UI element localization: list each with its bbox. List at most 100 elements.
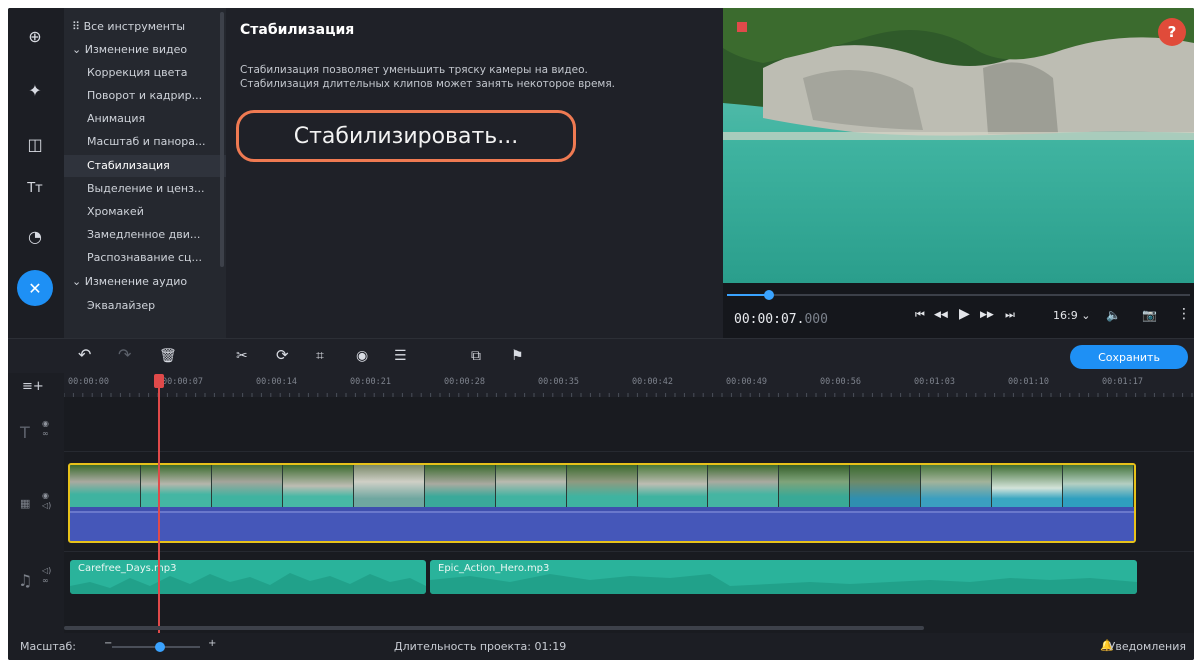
list-group-video[interactable]: ⌄ Изменение видео — [64, 39, 226, 61]
volume-line[interactable] — [70, 511, 1134, 541]
clip-properties-icon[interactable]: ☰ — [394, 348, 407, 364]
preview-player: ? 00:00:07.000 ⏮ ◀◀ ▶ ▶▶ ⏭ 16:9 ⌄ 🔈 📷 ⋮ — [723, 8, 1194, 338]
clip-thumbnails — [70, 465, 1134, 507]
list-item[interactable]: Хромакей — [64, 201, 226, 223]
list-item[interactable]: Распознавание сц... — [64, 247, 226, 269]
thumbnail — [992, 465, 1064, 507]
description-line: Стабилизация позволяет уменьшить тряску … — [240, 64, 588, 76]
thumbnail — [708, 465, 780, 507]
save-button[interactable]: Сохранить — [1070, 345, 1188, 369]
list-scrollbar[interactable] — [220, 12, 224, 267]
seek-bar[interactable] — [727, 290, 1190, 300]
list-group-audio[interactable]: ⌄ Изменение аудио — [64, 271, 226, 293]
play-icon[interactable]: ▶ — [959, 306, 970, 322]
more-icon[interactable]: ⋮ — [1177, 306, 1191, 322]
tick-label: 00:01:17 — [1102, 377, 1143, 387]
description-line: Стабилизация длительных клипов может зан… — [240, 78, 615, 90]
tools-list: ⠿ Все инструменты ⌄ Изменение видео Корр… — [64, 8, 226, 338]
tick-label: 00:00:35 — [538, 377, 579, 387]
zoom-label: Масштаб: — [20, 640, 76, 653]
list-item[interactable]: Масштаб и панора... — [64, 131, 226, 153]
magic-wand-icon[interactable]: ✦ — [17, 72, 53, 108]
thumbnail — [566, 465, 638, 507]
titles-icon[interactable]: Tт — [17, 170, 53, 206]
list-item[interactable]: Эквалайзер — [64, 295, 226, 317]
thumbnail — [637, 465, 709, 507]
thumbnail — [779, 465, 851, 507]
panel-title: Стабилизация — [240, 22, 355, 38]
list-item[interactable]: Замедленное дви... — [64, 224, 226, 246]
marker-icon[interactable]: ⚑ — [511, 348, 524, 364]
music-icon: ♫ — [18, 571, 33, 590]
list-item-selected[interactable]: Стабилизация — [64, 155, 226, 177]
video-preview: ? — [723, 8, 1194, 283]
seek-handle[interactable] — [763, 290, 774, 300]
stabilize-button[interactable]: Стабилизировать... — [236, 110, 576, 162]
audio-clip[interactable]: Carefree_Days.mp3 — [70, 560, 426, 594]
timecode: 00:00:07.000 — [734, 312, 828, 327]
tick-label: 00:00:00 — [68, 377, 109, 387]
overlay-icon[interactable]: ⧉ — [471, 348, 481, 364]
rotate-icon[interactable]: ⟳ — [276, 346, 289, 364]
skip-end-icon[interactable]: ⏭ — [1005, 308, 1015, 322]
transitions-icon[interactable]: ◫ — [17, 126, 53, 162]
divider — [64, 451, 1194, 452]
thumbnail — [424, 465, 496, 507]
tick-label: 00:00:07 — [162, 377, 203, 387]
video-track-icon: ▦ — [20, 497, 31, 510]
list-item[interactable]: Поворот и кадрир... — [64, 85, 226, 107]
timeline-ruler[interactable]: 00:00:00 00:00:07 00:00:14 00:00:21 00:0… — [64, 373, 1194, 397]
visibility-icon[interactable]: ◉ ∞ — [42, 419, 49, 439]
step-forward-icon[interactable]: ▶▶ — [980, 310, 994, 320]
list-item[interactable]: Выделение и ценз... — [64, 178, 226, 200]
tool-rail: ⊕ ✦ ◫ Tт ◔ ✕ — [8, 8, 64, 338]
status-bar: Масштаб: − + Длительность проекта: 01:19… — [8, 633, 1194, 660]
volume-icon[interactable]: 🔈 — [1106, 308, 1121, 322]
add-track-icon[interactable]: ≡+ — [22, 379, 44, 394]
audio-clip[interactable]: Epic_Action_Hero.mp3 — [430, 560, 1137, 594]
zoom-slider[interactable] — [112, 642, 200, 652]
tick-label: 00:00:49 — [726, 377, 767, 387]
list-item-all-tools[interactable]: ⠿ Все инструменты — [64, 16, 226, 38]
zoom-in-icon[interactable]: + — [208, 638, 216, 649]
thumbnail — [282, 465, 354, 507]
thumbnail — [211, 465, 283, 507]
thumbnail — [140, 465, 212, 507]
thumbnail — [1063, 465, 1134, 507]
timeline-scrollbar[interactable] — [64, 626, 924, 630]
undo-icon[interactable]: ↶ — [78, 345, 91, 364]
tick-label: 00:00:56 — [820, 377, 861, 387]
skip-start-icon[interactable]: ⏮ — [915, 308, 925, 322]
tick-label: 00:00:42 — [632, 377, 673, 387]
list-item[interactable]: Коррекция цвета — [64, 62, 226, 84]
cut-icon[interactable]: ✂ — [236, 348, 248, 364]
tools-icon[interactable]: ✕ — [17, 270, 53, 306]
ruler-ticks — [64, 393, 1193, 397]
timeline-toolbar: ↶ ↷ 🗑 ✂ ⟳ ⌗ ◉ ☰ ⧉ ⚑ Сохранить — [8, 339, 1194, 373]
audio-clip-label: Carefree_Days.mp3 — [78, 563, 177, 574]
playhead[interactable] — [158, 376, 160, 633]
mute-icon[interactable]: ◁) ∞ — [42, 566, 51, 586]
help-icon[interactable]: ? — [1158, 18, 1186, 46]
redo-icon[interactable]: ↷ — [118, 345, 131, 364]
tick-label: 00:01:10 — [1008, 377, 1049, 387]
thumbnail — [70, 465, 141, 507]
stickers-icon[interactable]: ◔ — [17, 218, 53, 254]
video-clip[interactable] — [68, 463, 1136, 543]
snapshot-icon[interactable]: 📷 — [1142, 308, 1157, 322]
crop-icon[interactable]: ⌗ — [316, 348, 324, 364]
timeline-tracks: Carefree_Days.mp3 Epic_Action_Hero.mp3 — [64, 397, 1194, 633]
color-adjust-icon[interactable]: ◉ — [356, 348, 368, 364]
aspect-ratio-select[interactable]: 16:9 ⌄ — [1053, 309, 1090, 322]
thumbnail — [353, 465, 425, 507]
notifications-link[interactable]: Уведомления — [1109, 640, 1186, 653]
video-editor-window: ⊕ ✦ ◫ Tт ◔ ✕ ⠿ Все инструменты ⌄ Изменен… — [8, 8, 1194, 660]
import-icon[interactable]: ⊕ — [17, 18, 53, 54]
visibility-icon[interactable]: ◉ ◁) — [42, 491, 51, 511]
zoom-slider-handle[interactable] — [155, 642, 166, 652]
thumbnail — [850, 465, 922, 507]
list-item[interactable]: Анимация — [64, 108, 226, 130]
divider — [64, 551, 1194, 552]
step-back-icon[interactable]: ◀◀ — [934, 310, 948, 320]
delete-icon[interactable]: 🗑 — [159, 348, 177, 364]
